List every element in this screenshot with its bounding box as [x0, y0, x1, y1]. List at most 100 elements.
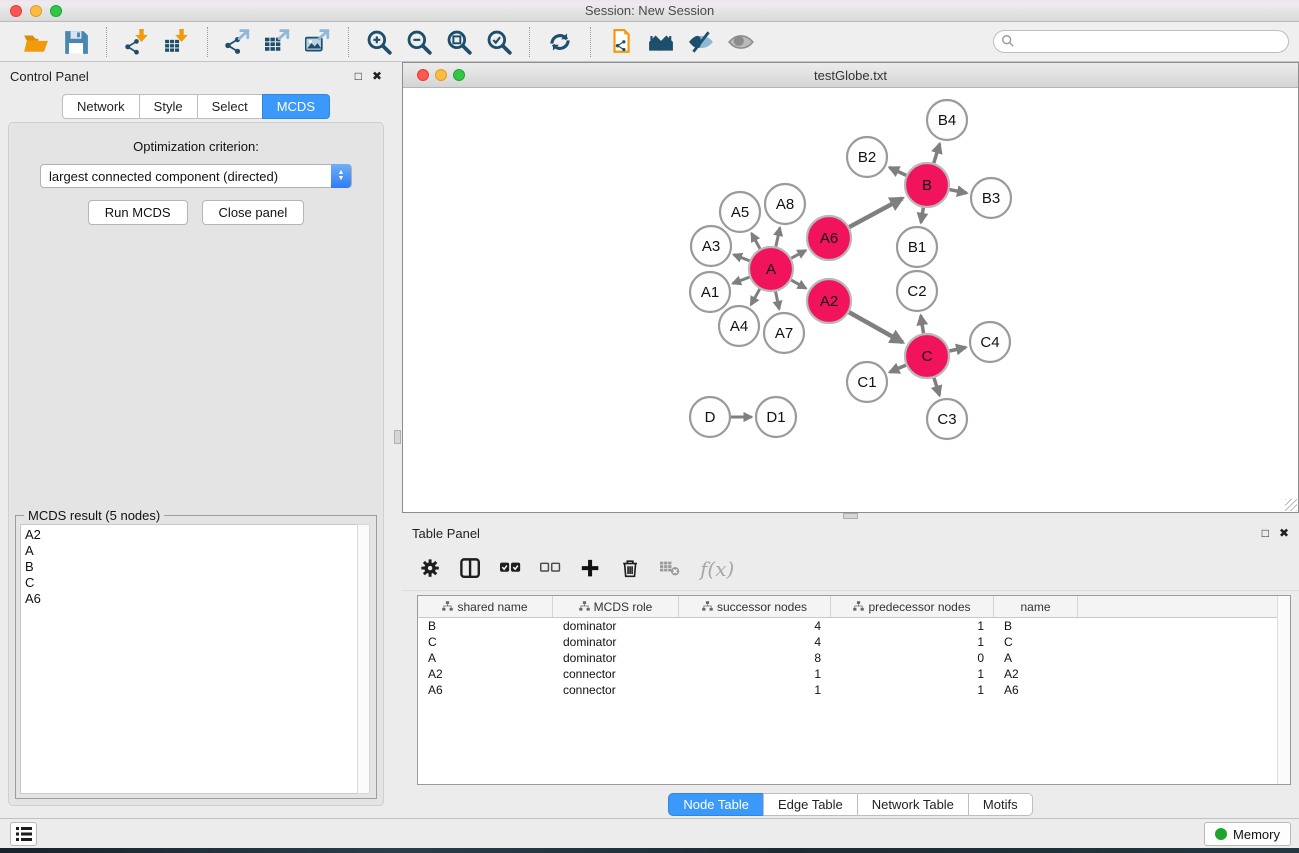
- node-B2[interactable]: B2: [847, 137, 887, 177]
- table-row[interactable]: A2connector11A2: [418, 666, 1290, 682]
- refresh-button[interactable]: [542, 26, 578, 58]
- edge-A-A7[interactable]: [776, 292, 780, 310]
- result-item[interactable]: B: [25, 559, 361, 575]
- run-mcds-button[interactable]: Run MCDS: [88, 200, 188, 225]
- edge-A6-B[interactable]: [849, 198, 902, 227]
- hide-details-button[interactable]: [683, 26, 719, 58]
- column-header-name[interactable]: name: [994, 596, 1078, 617]
- select-all-button[interactable]: [500, 558, 522, 580]
- node-C1[interactable]: C1: [847, 362, 887, 402]
- add-button[interactable]: [580, 558, 602, 580]
- edge-A-A8[interactable]: [776, 228, 780, 247]
- export-network-button[interactable]: [220, 26, 256, 58]
- zoom-fit-button[interactable]: [441, 26, 477, 58]
- save-button[interactable]: [58, 26, 94, 58]
- network-canvas[interactable]: B4 B2 B B3 A8A5 A6 A3 B1 A A1 C2 A2 A4A7 C4 C C1 D D1 C3: [403, 88, 1298, 512]
- table-close-icon[interactable]: ✖: [1279, 526, 1289, 540]
- edge-A-A5[interactable]: [752, 233, 760, 248]
- zoom-selected-button[interactable]: [481, 26, 517, 58]
- edge-A-A2[interactable]: [791, 280, 806, 288]
- node-D1[interactable]: D1: [756, 397, 796, 437]
- table-row[interactable]: A6connector11A6: [418, 682, 1290, 698]
- float-panel-icon[interactable]: □: [355, 69, 362, 83]
- memory-button[interactable]: Memory: [1204, 822, 1291, 846]
- node-A2[interactable]: A2: [807, 279, 851, 323]
- mcds-result-list[interactable]: A2ABCA6: [20, 524, 362, 794]
- node-C2[interactable]: C2: [897, 271, 937, 311]
- table-row[interactable]: Cdominator41C: [418, 634, 1290, 650]
- result-item[interactable]: C: [25, 575, 361, 591]
- edge-A-A4[interactable]: [751, 289, 760, 305]
- deselect-all-button[interactable]: [540, 558, 562, 580]
- node-D[interactable]: D: [690, 397, 730, 437]
- zoom-in-button[interactable]: [361, 26, 397, 58]
- tab-style[interactable]: Style: [139, 94, 197, 119]
- edge-B-B2[interactable]: [890, 168, 907, 176]
- node-A5[interactable]: A5: [720, 192, 760, 232]
- node-B3[interactable]: B3: [971, 178, 1011, 218]
- node-B[interactable]: B: [905, 163, 949, 207]
- node-A8[interactable]: A8: [765, 184, 805, 224]
- column-header-shared-name[interactable]: shared name: [418, 596, 553, 617]
- table-row[interactable]: Bdominator41B: [418, 618, 1290, 634]
- table-scrollbar[interactable]: [1277, 596, 1290, 784]
- resize-grip[interactable]: [1285, 499, 1297, 511]
- node-A1[interactable]: A1: [690, 272, 730, 312]
- tab-edge-table[interactable]: Edge Table: [763, 793, 857, 816]
- search-input[interactable]: [993, 30, 1289, 53]
- node-C[interactable]: C: [905, 334, 949, 378]
- node-B1[interactable]: B1: [897, 227, 937, 267]
- edge-B-B4[interactable]: [934, 144, 940, 163]
- edge-C-C4[interactable]: [949, 347, 965, 351]
- gear-button[interactable]: [420, 558, 442, 580]
- edge-A-A6[interactable]: [791, 250, 806, 258]
- edge-A2-C[interactable]: [849, 312, 903, 342]
- vertical-divider-handle[interactable]: [394, 430, 401, 444]
- edge-B-B1[interactable]: [921, 208, 923, 223]
- column-header-MCDS-role[interactable]: MCDS role: [553, 596, 679, 617]
- edge-C-C3[interactable]: [934, 378, 940, 395]
- preview-button[interactable]: [723, 26, 759, 58]
- edge-A-A1[interactable]: [733, 277, 750, 283]
- home-button[interactable]: [643, 26, 679, 58]
- export-table-button[interactable]: [260, 26, 296, 58]
- delete-button[interactable]: [620, 558, 642, 580]
- result-item[interactable]: A2: [25, 527, 361, 543]
- criterion-select[interactable]: largest connected component (directed) ▲…: [40, 164, 352, 188]
- tab-network[interactable]: Network: [62, 94, 139, 119]
- node-C3[interactable]: C3: [927, 399, 967, 439]
- result-item[interactable]: A6: [25, 591, 361, 607]
- edge-C-C2[interactable]: [921, 316, 924, 334]
- export-image-button[interactable]: [300, 26, 336, 58]
- import-network-button[interactable]: [119, 26, 155, 58]
- edge-C-C1[interactable]: [890, 365, 906, 372]
- tab-motifs[interactable]: Motifs: [968, 793, 1033, 816]
- column-header-successor-nodes[interactable]: successor nodes: [679, 596, 831, 617]
- node-A7[interactable]: A7: [764, 313, 804, 353]
- zoom-out-button[interactable]: [401, 26, 437, 58]
- edge-A-A3[interactable]: [734, 255, 750, 261]
- tab-select[interactable]: Select: [197, 94, 262, 119]
- node-A6[interactable]: A6: [807, 216, 851, 260]
- copy-network-button[interactable]: [603, 26, 639, 58]
- result-scrollbar[interactable]: [357, 524, 370, 794]
- tab-mcds[interactable]: MCDS: [262, 94, 330, 119]
- table-float-icon[interactable]: □: [1262, 526, 1269, 540]
- task-history-button[interactable]: [10, 822, 37, 846]
- close-panel-icon[interactable]: ✖: [372, 69, 382, 83]
- delete-table-button[interactable]: [660, 558, 682, 580]
- import-table-button[interactable]: [159, 26, 195, 58]
- node-A3[interactable]: A3: [691, 226, 731, 266]
- fx-button[interactable]: f(x): [700, 557, 734, 581]
- edge-B-B3[interactable]: [950, 190, 967, 193]
- column-header-predecessor-nodes[interactable]: predecessor nodes: [831, 596, 994, 617]
- node-A[interactable]: A: [749, 247, 793, 291]
- node-A4[interactable]: A4: [719, 306, 759, 346]
- node-B4[interactable]: B4: [927, 100, 967, 140]
- columns-button[interactable]: [460, 558, 482, 580]
- close-panel-button[interactable]: Close panel: [202, 200, 305, 225]
- tab-network-table[interactable]: Network Table: [857, 793, 968, 816]
- tab-node-table[interactable]: Node Table: [668, 793, 763, 816]
- node-C4[interactable]: C4: [970, 322, 1010, 362]
- open-folder-button[interactable]: [18, 26, 54, 58]
